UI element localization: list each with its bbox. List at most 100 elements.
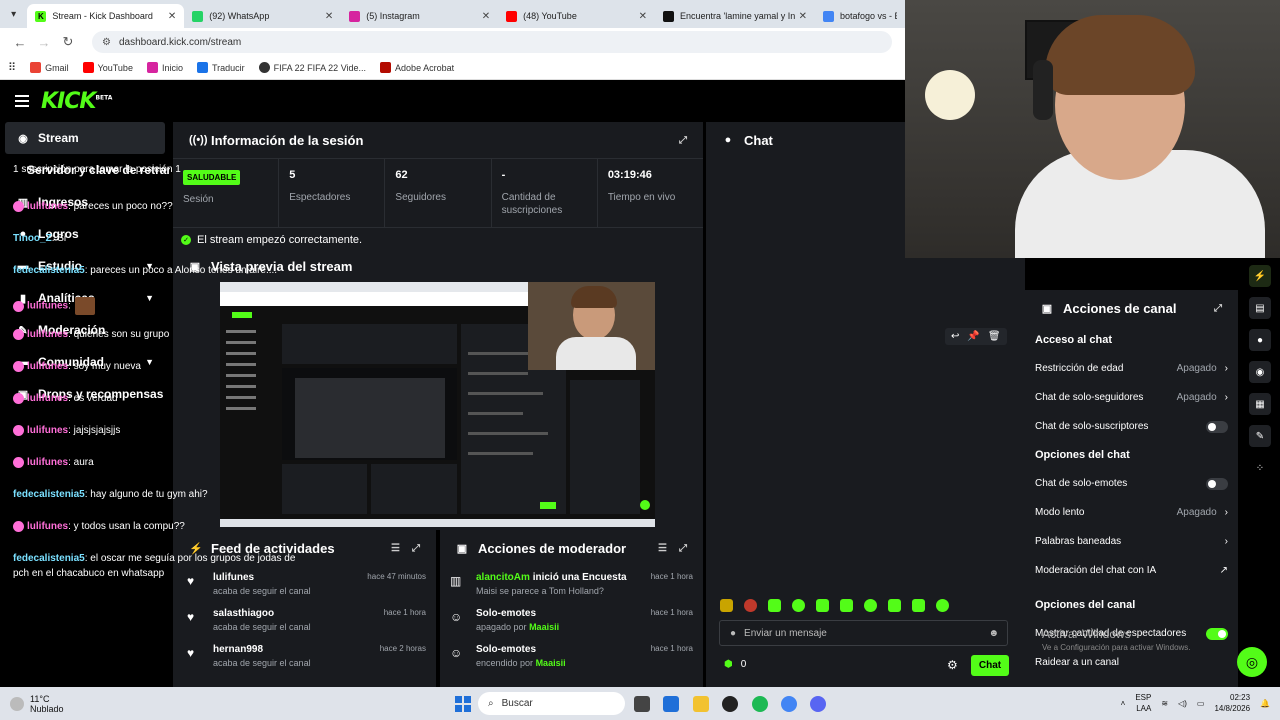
tab-instagram[interactable]: (5) Instagram ✕ (341, 4, 498, 28)
mod-user[interactable]: Maaisii (536, 658, 566, 668)
banned-words-row[interactable]: Palabras baneadas › (1025, 527, 1238, 556)
mod-user[interactable]: alancitoAm (476, 572, 530, 583)
notification-bell-icon[interactable]: 🔔 (1260, 699, 1270, 708)
tab-tiktok[interactable]: Encuentra 'lamine yamal y Inés ✕ (655, 4, 815, 28)
close-tab-icon[interactable]: ✕ (482, 11, 490, 22)
emote-icon[interactable] (936, 599, 949, 612)
emote-icon[interactable] (768, 599, 781, 612)
channel-points[interactable]: ⬢ 0 (724, 659, 746, 670)
forward-arrow-icon[interactable]: → (32, 35, 56, 50)
pin-icon[interactable]: 📌 (967, 331, 979, 342)
bookmark-inicio[interactable]: Inicio (146, 62, 183, 73)
tab-search-icon[interactable]: ▾ (0, 0, 27, 28)
wifi-icon[interactable]: ≋ (1161, 699, 1168, 708)
expand-icon[interactable]: ⤢ (679, 543, 687, 554)
delete-icon[interactable]: 🗑 (988, 331, 1001, 342)
ai-moderation-row[interactable]: Moderación del chat con IA ↗ (1025, 556, 1238, 585)
emote-icon[interactable] (840, 599, 853, 612)
apps-grid-icon[interactable]: ⠿ (8, 61, 16, 74)
emote-icon[interactable] (792, 599, 805, 612)
chat-username[interactable]: lulifunes (27, 521, 68, 532)
store-icon[interactable] (663, 696, 679, 712)
emotes-only-toggle[interactable] (1206, 477, 1228, 490)
stream-preview-video[interactable] (220, 282, 655, 527)
tab-whatsapp[interactable]: (92) WhatsApp ✕ (184, 4, 341, 28)
close-tab-icon[interactable]: ✕ (168, 11, 176, 22)
chat-username[interactable]: lulifunes (27, 425, 68, 436)
subs-only-toggle[interactable] (1206, 420, 1228, 433)
broadcast-icon[interactable]: ◉ (1249, 361, 1271, 383)
taskbar-clock[interactable]: 02:23 14/8/2026 (1214, 692, 1250, 714)
chat-username[interactable]: lulifunes (27, 361, 68, 372)
bookmark-adobe[interactable]: Adobe Acrobat (380, 62, 454, 73)
file-explorer-icon[interactable] (693, 696, 709, 712)
chat-settings-icon[interactable]: ⚙ (947, 658, 958, 672)
filter-icon[interactable]: ☰ (658, 543, 667, 554)
emote-icon[interactable] (912, 599, 925, 612)
weather-widget[interactable]: 11°C Nublado (0, 694, 120, 714)
emote-icon[interactable] (888, 599, 901, 612)
filter-icon[interactable]: ☰ (391, 543, 400, 554)
tab-kick-dashboard[interactable]: K Stream - Kick Dashboard ✕ (27, 4, 185, 28)
slow-mode-row[interactable]: Modo lento Apagado › (1025, 498, 1238, 527)
chat-username[interactable]: Tinoo_Z (13, 233, 52, 244)
feed-user[interactable]: lulifunes (213, 572, 311, 583)
apps-icon[interactable]: ⁘ (1249, 457, 1271, 479)
lightning-icon[interactable]: ⚡ (1249, 265, 1271, 287)
show-viewers-toggle[interactable] (1206, 627, 1228, 640)
stream-info-icon[interactable]: ▤ (1249, 297, 1271, 319)
raid-row[interactable]: Raidear a un canal (1025, 648, 1238, 677)
windows-start-icon[interactable] (455, 696, 471, 712)
chat-username[interactable]: fedecalistenia5 (13, 489, 85, 500)
bookmark-traducir[interactable]: Traducir (196, 62, 245, 73)
expand-icon[interactable]: ⤢ (1214, 303, 1222, 314)
close-tab-icon[interactable]: ✕ (799, 11, 807, 22)
sidebar-item-stream[interactable]: ◉ Stream (5, 122, 165, 154)
chat-username[interactable]: lulifunes (27, 457, 68, 468)
bookmark-gmail[interactable]: Gmail (30, 62, 69, 73)
chat-username[interactable]: lulifunes (27, 301, 68, 312)
chat-username[interactable]: lulifunes (27, 329, 68, 340)
task-view-icon[interactable] (634, 696, 650, 712)
spotify-icon[interactable] (752, 696, 768, 712)
emote-icon[interactable] (864, 599, 877, 612)
hamburger-menu-icon[interactable] (15, 95, 29, 107)
reload-icon[interactable]: ↻ (56, 34, 80, 50)
age-restriction-row[interactable]: Restricción de edad Apagado › (1025, 354, 1238, 383)
obs-icon[interactable] (722, 696, 738, 712)
site-info-icon[interactable]: ⚙ (102, 37, 111, 48)
chat-send-button[interactable]: Chat (971, 655, 1009, 676)
reply-icon[interactable]: ↩ (951, 331, 959, 342)
close-tab-icon[interactable]: ✕ (639, 11, 647, 22)
chat-message-input[interactable]: ● Enviar un mensaje ☻ (719, 620, 1008, 646)
tab-youtube[interactable]: (48) YouTube ✕ (498, 4, 655, 28)
feed-user[interactable]: hernan998 (213, 644, 311, 655)
feed-user[interactable]: salasthiagoo (213, 608, 311, 619)
chat-username[interactable]: lulifunes (27, 201, 68, 212)
tray-overflow-icon[interactable]: ˄ (1121, 699, 1126, 708)
expand-icon[interactable]: ⤢ (412, 543, 420, 554)
kick-logo[interactable]: KICKBETA (41, 89, 112, 114)
tab-google[interactable]: botafogo vs - Bus (815, 4, 905, 28)
emote-icon[interactable] (744, 599, 757, 612)
url-field[interactable]: ⚙ dashboard.kick.com/stream (92, 31, 892, 53)
expand-icon[interactable]: ⤢ (679, 135, 687, 146)
close-tab-icon[interactable]: ✕ (325, 11, 333, 22)
chat-username[interactable]: fedecalistenia5 (13, 265, 85, 276)
taskbar-search[interactable]: ⌕ Buscar (478, 692, 625, 715)
chat-username[interactable]: fedecalistenia5 (13, 553, 85, 564)
followers-only-row[interactable]: Chat de solo-seguidores Apagado › (1025, 383, 1238, 412)
emoji-picker-icon[interactable]: ☻ (988, 628, 999, 639)
input-language[interactable]: ESP LAA (1135, 692, 1151, 714)
hammer-icon[interactable]: ✎ (1249, 425, 1271, 447)
kick-assistant-button[interactable]: ◎ (1237, 647, 1267, 677)
mod-user[interactable]: Maaisii (529, 622, 559, 632)
volume-icon[interactable]: ◁) (1178, 699, 1187, 708)
battery-icon[interactable]: ▭ (1197, 699, 1205, 708)
layout-icon[interactable]: ▦ (1249, 393, 1271, 415)
discord-icon[interactable] (810, 696, 826, 712)
chrome-icon[interactable] (781, 696, 797, 712)
bookmark-youtube[interactable]: YouTube (82, 62, 133, 73)
emote-icon[interactable] (720, 599, 733, 612)
bookmark-fifa[interactable]: FIFA 22 FIFA 22 Vide... (258, 62, 366, 73)
